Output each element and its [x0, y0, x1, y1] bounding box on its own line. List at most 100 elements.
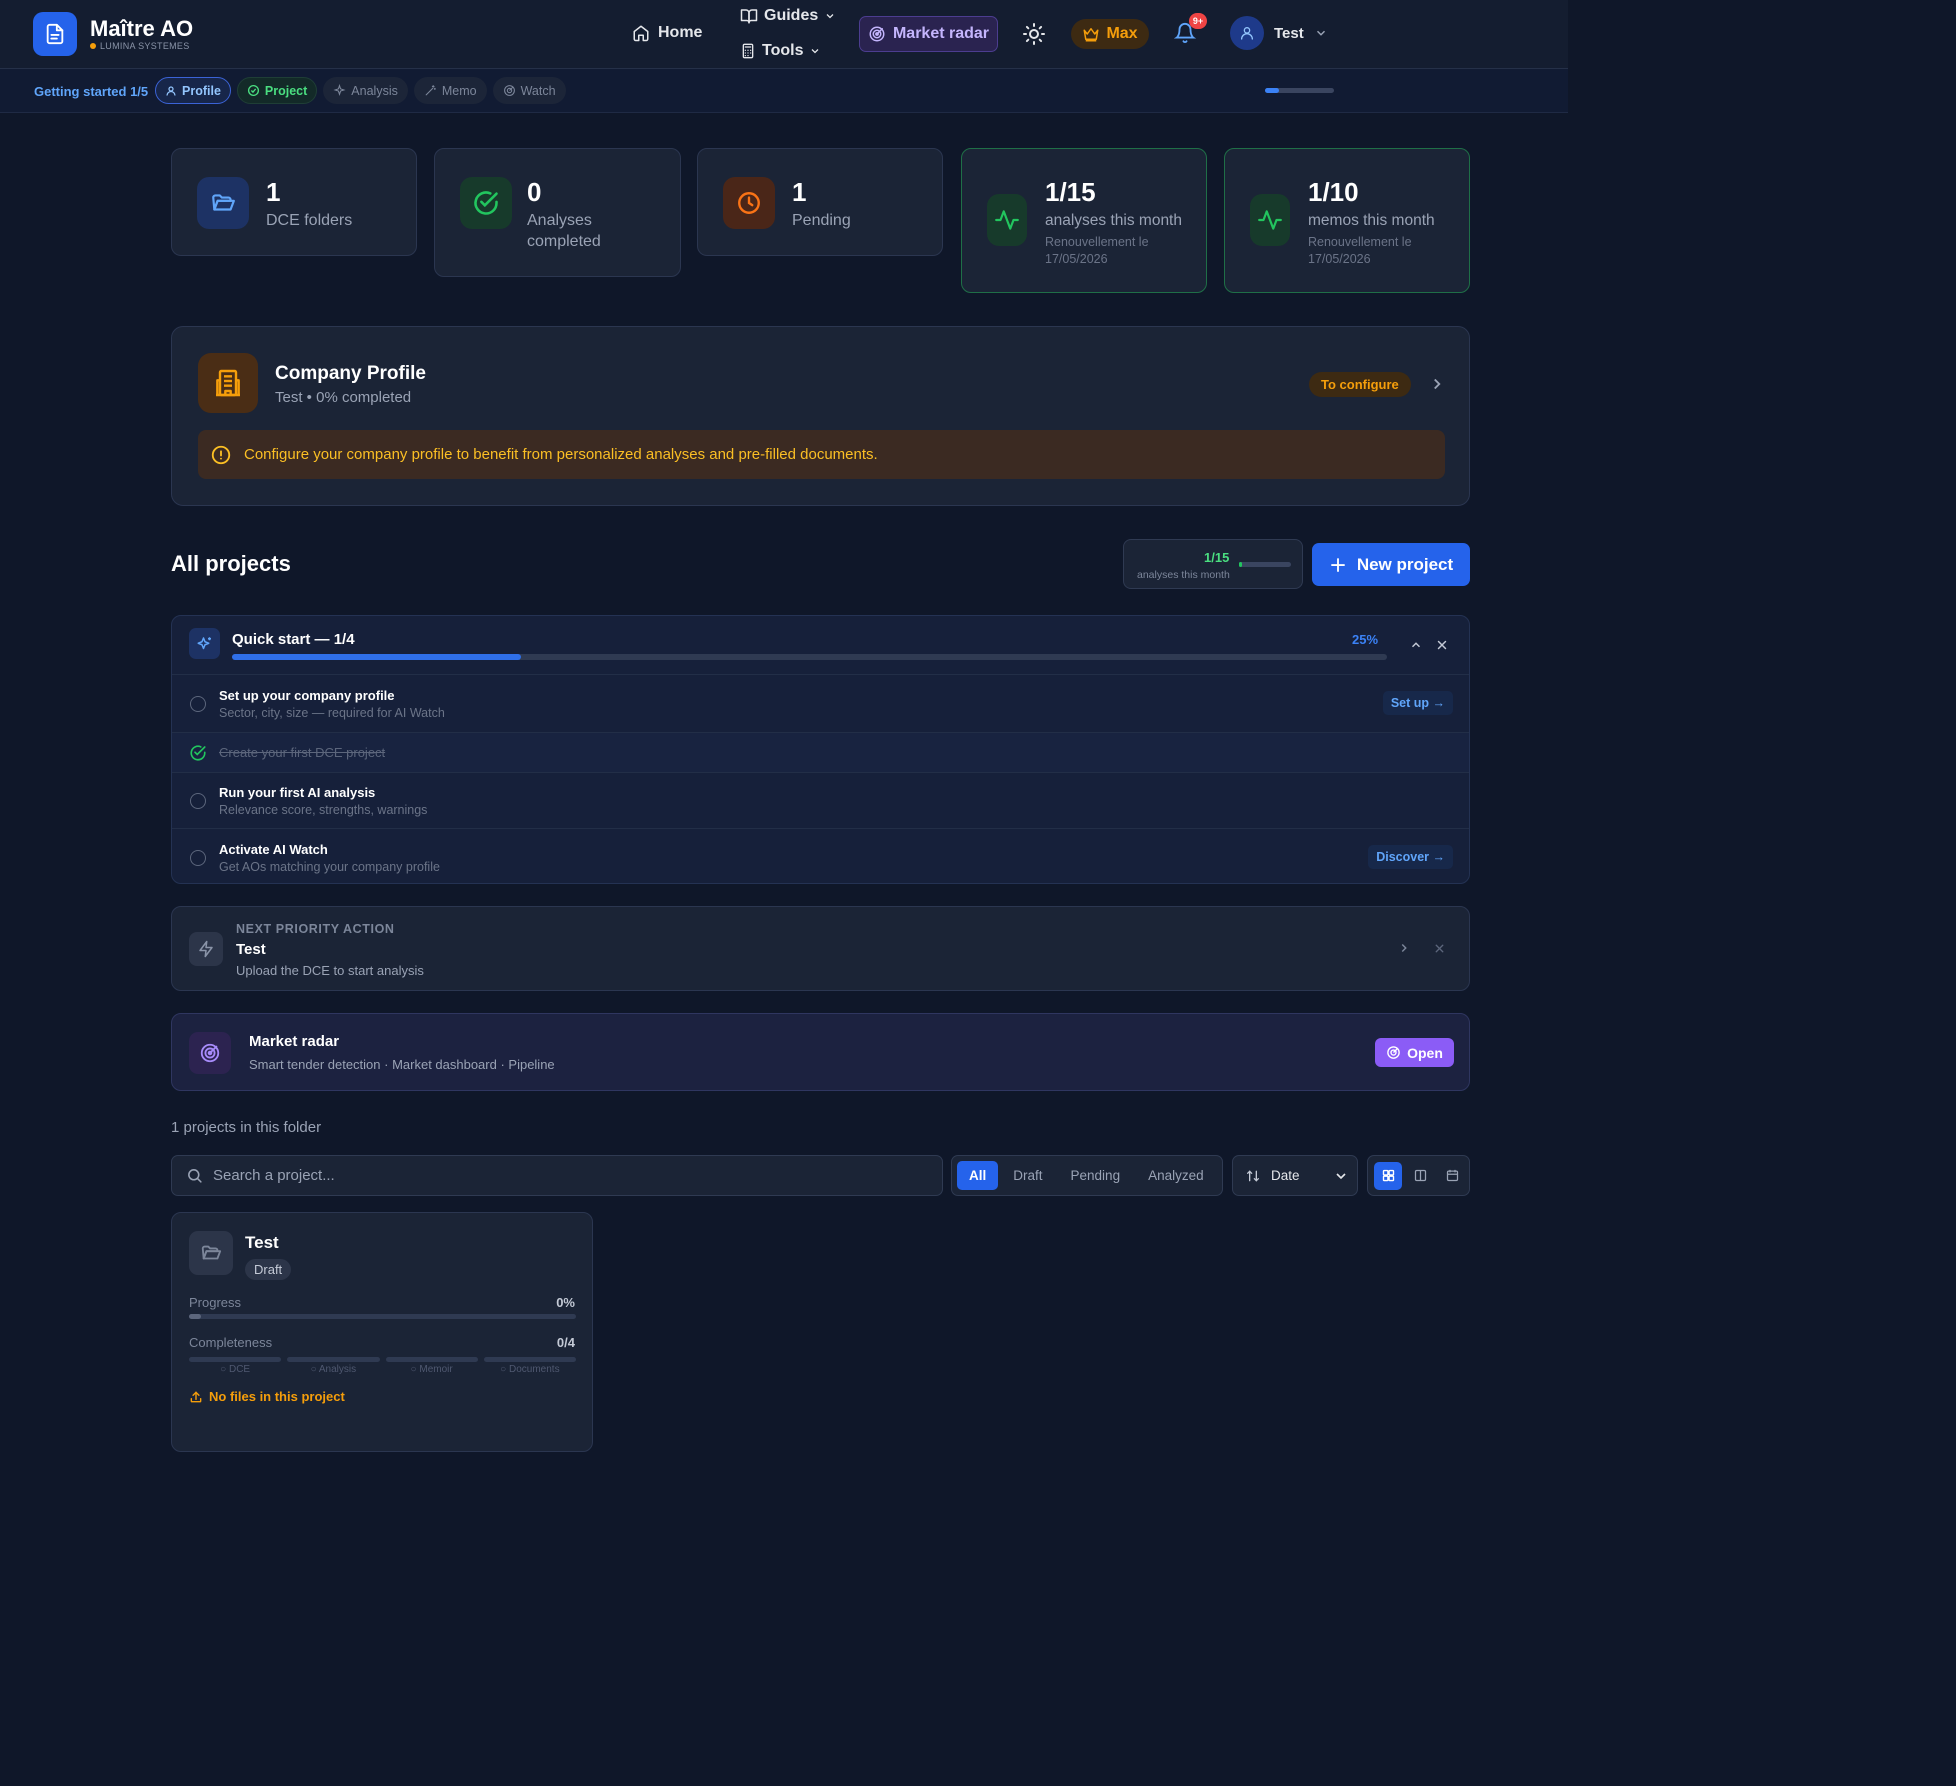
sort-label: Date [1271, 1168, 1300, 1183]
chevron-right-icon[interactable] [1397, 941, 1411, 955]
checklist-item-title: Set up your company profile [219, 688, 395, 703]
stat-icon-box [1250, 194, 1290, 246]
sort-icon [1247, 1169, 1259, 1182]
stat-card-analyses-month: 1/15 analyses this month Renouvellement … [961, 148, 1207, 293]
nav-home[interactable]: Home [632, 24, 702, 42]
plan-label: Max [1106, 25, 1138, 42]
checklist-item-done[interactable]: Create your first DCE project [172, 732, 1469, 772]
stat-card-dce-folders[interactable]: 1 DCE folders [171, 148, 417, 256]
segment-analysis [287, 1357, 380, 1362]
market-radar-title: Market radar [249, 1033, 340, 1050]
company-profile-card[interactable]: Company Profile Test • 0% completed To c… [171, 326, 1470, 506]
chevron-down-icon [826, 14, 834, 19]
close-button[interactable] [1435, 638, 1449, 652]
check-circle-icon [190, 745, 206, 761]
sparkles-icon [197, 636, 211, 649]
market-radar-subtitle: Smart tender detection · Market dashboar… [249, 1057, 555, 1072]
dismiss-button[interactable] [1433, 942, 1446, 955]
stat-label: Pending [792, 212, 851, 229]
unchecked-circle-icon[interactable] [190, 696, 206, 712]
wand-icon [425, 85, 436, 96]
stat-label: Analyses completed [527, 212, 601, 250]
open-button[interactable]: Open [1375, 1038, 1454, 1067]
project-card[interactable]: Test Draft Progress 0% Completeness 0/4 … [171, 1212, 593, 1452]
step-label: Analysis [351, 83, 398, 98]
status-badge[interactable]: To configure [1309, 372, 1411, 397]
checklist-item-title: Activate AI Watch [219, 842, 328, 857]
filter-pending[interactable]: Pending [1058, 1161, 1134, 1190]
stat-card-analyses-completed[interactable]: 0 Analyses completed [434, 148, 681, 277]
filter-all[interactable]: All [957, 1161, 999, 1190]
new-project-button[interactable]: New project [1312, 543, 1470, 586]
segment-label: ○ Memoir [410, 1364, 453, 1375]
nav-tools[interactable]: Tools [740, 42, 821, 60]
sort-select[interactable]: Date [1232, 1155, 1358, 1196]
step-label: Project [264, 83, 308, 98]
unchecked-circle-icon[interactable] [190, 850, 206, 866]
radar-icon [1387, 1046, 1400, 1059]
checklist-item-title: Run your first AI analysis [219, 785, 376, 800]
status-badge: Draft [245, 1259, 292, 1280]
radar-icon [200, 1043, 220, 1063]
alert-circle-icon [211, 445, 231, 464]
app-logo[interactable] [33, 12, 77, 56]
quick-start-panel: Quick start — 1/4 25% Set up your compan… [171, 615, 1470, 884]
step-watch[interactable]: Watch [492, 77, 566, 104]
step-profile[interactable]: Profile [155, 77, 231, 104]
search-input[interactable] [213, 1167, 913, 1184]
user-icon [1241, 27, 1253, 40]
checklist-item[interactable]: Run your first AI analysis Relevance sco… [172, 772, 1469, 828]
next-action-subtitle: Upload the DCE to start analysis [236, 963, 424, 978]
filter-analyzed[interactable]: Analyzed [1135, 1161, 1217, 1190]
calendar-icon [1446, 1169, 1458, 1182]
progress-label: Progress [189, 1295, 242, 1310]
stat-number: 1 [266, 177, 281, 207]
stat-icon-box [723, 177, 775, 229]
setup-action-button[interactable]: Set up → [1382, 691, 1453, 715]
nav-guides-label: Guides [764, 7, 819, 24]
search-bar[interactable] [171, 1155, 943, 1196]
user-menu[interactable]: Test [1230, 16, 1328, 50]
check-circle-icon [247, 84, 259, 97]
theme-toggle[interactable] [1022, 22, 1046, 46]
segment-memoir [385, 1357, 478, 1362]
onboarding-progress-fill [1265, 88, 1279, 93]
stat-icon-box [197, 177, 249, 229]
activity-icon [995, 210, 1019, 230]
checklist-item[interactable]: Set up your company profile Sector, city… [172, 674, 1469, 732]
columns-view-button[interactable] [1406, 1162, 1434, 1190]
project-title: Test [245, 1233, 279, 1252]
chevron-right-icon[interactable] [1428, 375, 1446, 393]
radar-icon [869, 26, 885, 42]
segment-label: ○ Analysis [310, 1364, 357, 1375]
calendar-view-button[interactable] [1438, 1162, 1466, 1190]
step-analysis[interactable]: Analysis [323, 77, 408, 104]
filter-draft[interactable]: Draft [1000, 1161, 1055, 1190]
unchecked-circle-icon[interactable] [190, 793, 206, 809]
segment-documents [483, 1357, 576, 1362]
next-action-card[interactable]: NEXT PRIORITY ACTION Test Upload the DCE… [171, 906, 1470, 991]
stat-label: memos this month [1308, 212, 1435, 229]
plan-badge[interactable]: Max [1071, 19, 1149, 49]
open-button-label: Open [1407, 1044, 1443, 1061]
market-radar-button[interactable]: Market radar [859, 16, 998, 52]
project-count: 1 projects in this folder [171, 1119, 322, 1136]
status-filter-group: All Draft Pending Analyzed [951, 1155, 1223, 1196]
stat-card-pending[interactable]: 1 Pending [697, 148, 943, 256]
discover-action-button[interactable]: Discover → [1368, 845, 1453, 869]
collapse-button[interactable] [1409, 638, 1423, 652]
alert-text: Configure your company profile to benefi… [244, 446, 878, 463]
market-radar-card[interactable]: Market radar Smart tender detection · Ma… [171, 1013, 1470, 1091]
quick-start-progress-bar [232, 654, 1387, 660]
chevron-down-icon [1336, 1172, 1346, 1179]
no-files-warning[interactable]: No files in this project [189, 1389, 345, 1404]
quota-label: analyses this month [1137, 569, 1230, 581]
top-bar: Maître AO LUMINA SYSTEMES Home Guides To… [0, 0, 1568, 69]
step-memo[interactable]: Memo [413, 77, 487, 104]
checklist-item[interactable]: Activate AI Watch Get AOs matching your … [172, 828, 1469, 883]
step-project[interactable]: Project [236, 77, 318, 104]
onboarding-progress-bar [1265, 88, 1334, 93]
grid-view-button[interactable] [1374, 1161, 1402, 1190]
nav-guides[interactable]: Guides [740, 7, 836, 25]
section-title: All projects [171, 551, 291, 576]
